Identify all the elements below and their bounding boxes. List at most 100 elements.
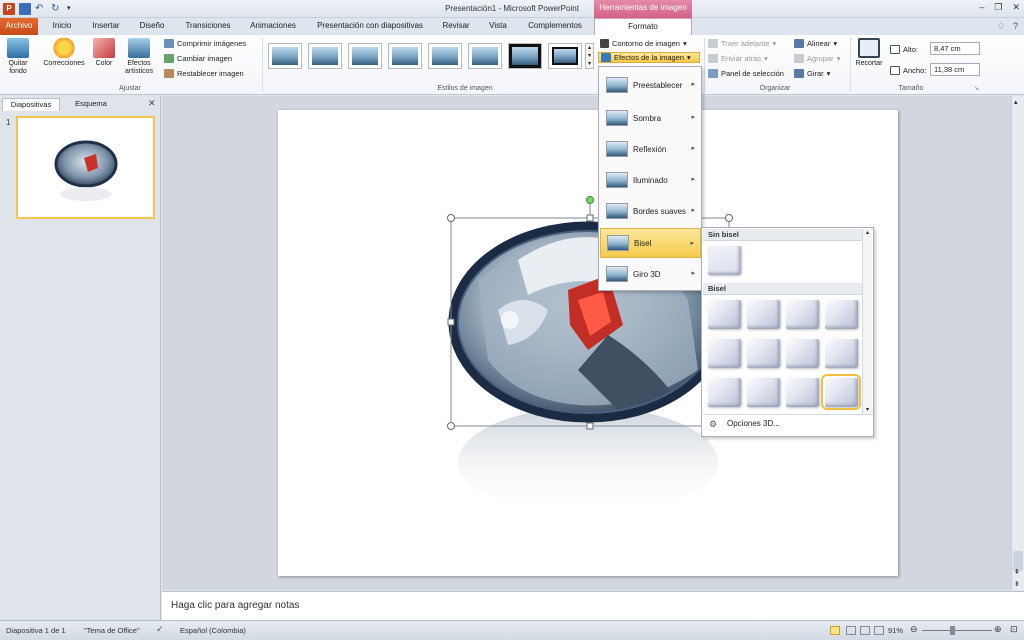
alinear-button[interactable]: Alinear ▾	[794, 38, 837, 49]
picture-style-2[interactable]	[308, 43, 342, 69]
bevel-soft-round[interactable]	[746, 338, 780, 368]
zoom-out-icon[interactable]: ⊖	[910, 624, 918, 635]
correcciones-button[interactable]: Correcciones	[38, 38, 90, 68]
group-label-organizar: Organizar	[759, 85, 791, 92]
fit-slide-icon[interactable]: ⊡	[1010, 624, 1018, 635]
notes-pane[interactable]: Haga clic para agregar notas	[162, 591, 1024, 620]
tab-diseno[interactable]: Diseño	[132, 18, 172, 35]
spellcheck-icon[interactable]: ✓	[156, 624, 164, 635]
menu-item-preestablecer[interactable]: Preestablecer ▸	[600, 70, 701, 100]
next-slide-icon[interactable]: ⇟	[1014, 580, 1020, 588]
theme-name[interactable]: "Tema de Office"	[84, 626, 140, 635]
bevel-relaxed-inset[interactable]	[746, 299, 780, 329]
ribbon-tabs: Archivo Inicio Insertar Diseño Transicio…	[0, 18, 1024, 35]
bevel-convex[interactable]	[785, 338, 819, 368]
efectos-imagen-button[interactable]: Efectos de la imagen ▾	[598, 52, 700, 63]
alto-input[interactable]: 8,47 cm	[930, 42, 980, 55]
minimize-ribbon-icon[interactable]: ♢	[997, 21, 1005, 32]
minimize-button[interactable]: –	[979, 2, 984, 13]
slideshow-view-icon[interactable]	[874, 626, 884, 635]
girar-button[interactable]: Girar ▾	[794, 68, 830, 79]
group-label-estilos: Estilos de imagen	[437, 85, 493, 92]
bevel-cool-slant[interactable]	[824, 299, 858, 329]
menu-item-giro-3d[interactable]: Giro 3D ▸	[600, 259, 701, 289]
dialog-launcher-icon[interactable]: ↘	[974, 85, 979, 92]
ancho-input[interactable]: 11,38 cm	[930, 63, 980, 76]
bevel-circle[interactable]	[707, 299, 741, 329]
bring-forward-icon	[708, 39, 718, 48]
bevel-gallery-scrollbar[interactable]: ▴ ▾	[862, 229, 872, 415]
picture-style-4[interactable]	[388, 43, 422, 69]
tab-archivo[interactable]: Archivo	[0, 18, 38, 35]
bevel-art-deco[interactable]	[821, 374, 861, 410]
zoom-in-icon[interactable]: ⊕	[994, 624, 1002, 635]
help-icon[interactable]: ?	[1013, 21, 1018, 32]
shadow-icon	[606, 110, 628, 126]
agrupar-button[interactable]: Agrupar ▾	[794, 53, 840, 64]
opciones-3d-button[interactable]: ⚙ Opciones 3D...	[703, 414, 873, 434]
crop-icon	[858, 38, 880, 58]
picture-style-1[interactable]	[268, 43, 302, 69]
comprimir-imagenes-button[interactable]: Comprimir imágenes	[164, 38, 246, 49]
picture-style-3[interactable]	[348, 43, 382, 69]
normal-view-icon[interactable]	[830, 626, 840, 635]
tab-transiciones[interactable]: Transiciones	[178, 18, 238, 35]
tab-inicio[interactable]: Inicio	[44, 18, 80, 35]
slide-thumbnail[interactable]	[16, 116, 155, 219]
ribbon: Quitar fondo Correcciones Color Efectos …	[0, 35, 1024, 95]
tab-revisar[interactable]: Revisar	[436, 18, 476, 35]
tab-insertar[interactable]: Insertar	[84, 18, 128, 35]
prev-slide-icon[interactable]: ⇞	[1014, 568, 1020, 576]
bevel-none[interactable]	[707, 245, 741, 275]
tab-formato[interactable]: Formato	[594, 18, 692, 35]
tab-esquema[interactable]: Esquema	[62, 98, 120, 111]
bevel-cross[interactable]	[785, 299, 819, 329]
tab-diapositivas[interactable]: Diapositivas	[2, 98, 60, 111]
bevel-angle[interactable]	[707, 338, 741, 368]
picture-style-7[interactable]	[508, 43, 542, 69]
close-panel-icon[interactable]: ✕	[148, 98, 156, 109]
menu-item-bordes-suaves[interactable]: Bordes suaves ▸	[600, 196, 701, 226]
gallery-scroll[interactable]: ▴ ▾ ▾	[585, 43, 594, 69]
traer-adelante-button[interactable]: Traer adelante ▾	[708, 38, 776, 49]
panel-seleccion-button[interactable]: Panel de selección	[708, 68, 784, 79]
section-bisel: Bisel	[703, 283, 862, 295]
menu-item-sombra[interactable]: Sombra ▸	[600, 103, 701, 133]
scroll-up-icon[interactable]: ▴	[863, 229, 872, 236]
zoom-slider[interactable]	[922, 630, 992, 631]
bevel-divot[interactable]	[707, 377, 741, 407]
scroll-up-icon[interactable]: ▴	[1014, 98, 1018, 106]
language[interactable]: Español (Colombia)	[180, 626, 246, 635]
restore-button[interactable]: ❐	[994, 2, 1002, 13]
color-button[interactable]: Color	[90, 38, 118, 68]
restablecer-imagen-button[interactable]: Restablecer imagen	[164, 68, 244, 79]
zoom-thumb[interactable]	[950, 626, 955, 635]
reading-view-icon[interactable]	[860, 626, 870, 635]
cambiar-imagen-button[interactable]: Cambiar imagen	[164, 53, 232, 64]
efectos-artisticos-button[interactable]: Efectos artísticos	[118, 38, 160, 76]
sorter-view-icon[interactable]	[846, 626, 856, 635]
quitar-fondo-button[interactable]: Quitar fondo	[2, 38, 34, 76]
vertical-scrollbar[interactable]: ▴ ⇞ ⇟	[1011, 96, 1024, 590]
enviar-atras-button[interactable]: Enviar atrás ▾	[708, 53, 768, 64]
compress-icon	[164, 39, 174, 48]
menu-item-reflexion[interactable]: Reflexión ▸	[600, 134, 701, 164]
close-button[interactable]: ✕	[1012, 2, 1020, 13]
tab-presentacion[interactable]: Presentación con diapositivas	[308, 18, 432, 35]
picture-style-5[interactable]	[428, 43, 462, 69]
tab-animaciones[interactable]: Animaciones	[244, 18, 302, 35]
menu-item-iluminado[interactable]: Iluminado ▸	[600, 165, 701, 195]
picture-style-6[interactable]	[468, 43, 502, 69]
tab-vista[interactable]: Vista	[480, 18, 516, 35]
bevel-riblet[interactable]	[746, 377, 780, 407]
scroll-down-icon[interactable]: ▾	[863, 406, 872, 413]
bevel-hard-edge[interactable]	[785, 377, 819, 407]
tab-complementos[interactable]: Complementos	[520, 18, 590, 35]
picture-style-8[interactable]	[548, 43, 582, 69]
rotate-icon	[794, 69, 804, 78]
contorno-imagen-button[interactable]: Contorno de imagen ▾	[600, 38, 687, 49]
zoom-level[interactable]: 91%	[888, 626, 903, 635]
menu-item-bisel[interactable]: Bisel ▸	[600, 228, 701, 258]
bevel-slope[interactable]	[824, 338, 858, 368]
recortar-button[interactable]: Recortar	[852, 38, 886, 68]
